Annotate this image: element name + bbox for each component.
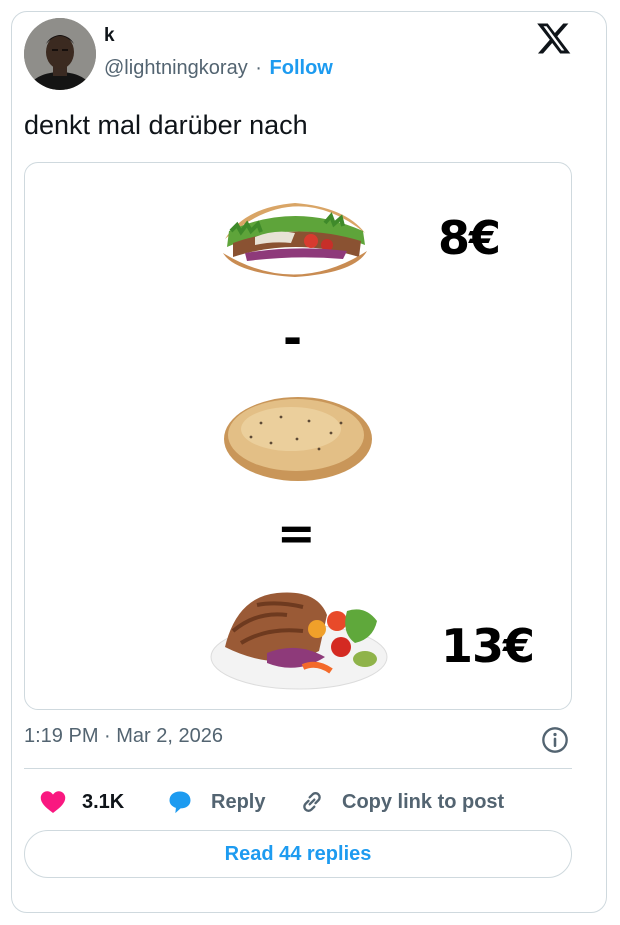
price-before: 8€ bbox=[438, 211, 501, 265]
separator: · bbox=[255, 57, 262, 79]
read-replies-button[interactable]: Read 44 replies bbox=[24, 830, 572, 878]
x-logo-icon[interactable] bbox=[536, 20, 572, 56]
minus-sign: - bbox=[283, 311, 302, 365]
reply-button[interactable]: Reply bbox=[165, 784, 265, 820]
avatar[interactable] bbox=[24, 18, 96, 90]
flatbread-image bbox=[224, 397, 372, 481]
author-meta: @lightningkoray · Follow bbox=[104, 57, 333, 80]
display-name[interactable]: k bbox=[104, 25, 115, 47]
info-icon[interactable] bbox=[541, 726, 569, 754]
follow-button[interactable]: Follow bbox=[270, 57, 333, 79]
handle[interactable]: @lightningkoray bbox=[104, 57, 248, 79]
like-button[interactable]: 3.1K bbox=[38, 784, 124, 820]
price-after: 13€ bbox=[441, 619, 535, 673]
equals-sign: = bbox=[277, 506, 316, 560]
tweet-text: denkt mal darüber nach bbox=[24, 110, 308, 140]
tweet-timestamp[interactable]: 1:19 PM · Mar 2, 2026 bbox=[24, 725, 223, 748]
divider bbox=[24, 768, 572, 769]
read-replies-label: Read 44 replies bbox=[224, 842, 372, 865]
copy-link-button[interactable]: Copy link to post bbox=[298, 784, 504, 820]
heart-icon bbox=[40, 791, 66, 813]
reply-bubble-icon bbox=[169, 791, 191, 814]
tweet-media[interactable]: 8€ - = 13€ bbox=[24, 162, 572, 710]
doner-kebab-image bbox=[223, 203, 367, 277]
link-icon bbox=[303, 792, 321, 812]
reply-label: Reply bbox=[211, 790, 266, 813]
like-count: 3.1K bbox=[82, 790, 125, 813]
copy-link-label: Copy link to post bbox=[342, 790, 505, 813]
doner-plate-image bbox=[210, 592, 388, 690]
